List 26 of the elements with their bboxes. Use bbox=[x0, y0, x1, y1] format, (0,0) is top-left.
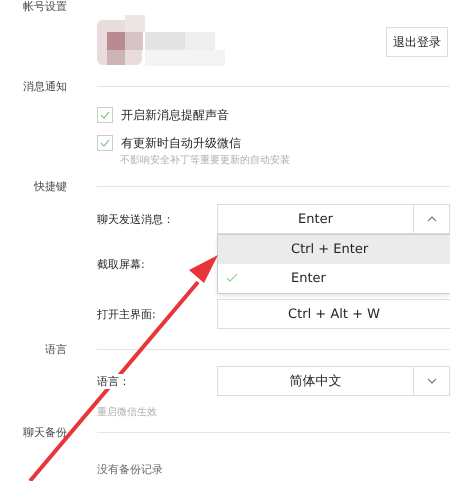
hint-text: 重启微信生效 bbox=[97, 406, 158, 420]
menu-item[interactable]: Enter bbox=[218, 264, 450, 293]
check-icon bbox=[100, 139, 110, 147]
section-title: 语言 bbox=[44, 342, 67, 356]
shortcut-label: 截取屏幕: bbox=[97, 256, 146, 272]
shortcut-label: 聊天发送消息： bbox=[97, 212, 175, 226]
option-label: 开启新消息提醒声音 bbox=[121, 106, 229, 124]
menu-item[interactable]: Ctrl + Enter bbox=[218, 235, 450, 264]
check-icon bbox=[226, 273, 238, 282]
section-title: 聊天备份 bbox=[22, 424, 67, 440]
shortcut-dropdown[interactable]: Enter bbox=[217, 204, 450, 234]
shortcut-field[interactable]: Ctrl + Alt + W bbox=[217, 299, 450, 329]
hint-text: 不影响安全补丁等重要更新的自动安装 bbox=[119, 154, 291, 168]
language-dropdown[interactable]: 简体中文 bbox=[217, 366, 450, 396]
section-title: 快捷键 bbox=[32, 178, 67, 194]
option-label: 有更新时自动升级微信 bbox=[121, 134, 241, 152]
caret-down-icon bbox=[426, 378, 436, 384]
section-title: 消息通知 bbox=[22, 78, 67, 94]
backup-status: 没有备份记录 bbox=[97, 463, 164, 477]
section-title: 帐号设置 bbox=[22, 0, 67, 14]
checkbox[interactable] bbox=[97, 107, 113, 123]
logout-button[interactable]: 退出登录 bbox=[386, 27, 448, 57]
caret-up-icon bbox=[426, 216, 436, 222]
checkbox[interactable] bbox=[97, 135, 113, 151]
check-icon bbox=[100, 111, 110, 119]
shortcut-label: 打开主界面: bbox=[97, 306, 157, 322]
